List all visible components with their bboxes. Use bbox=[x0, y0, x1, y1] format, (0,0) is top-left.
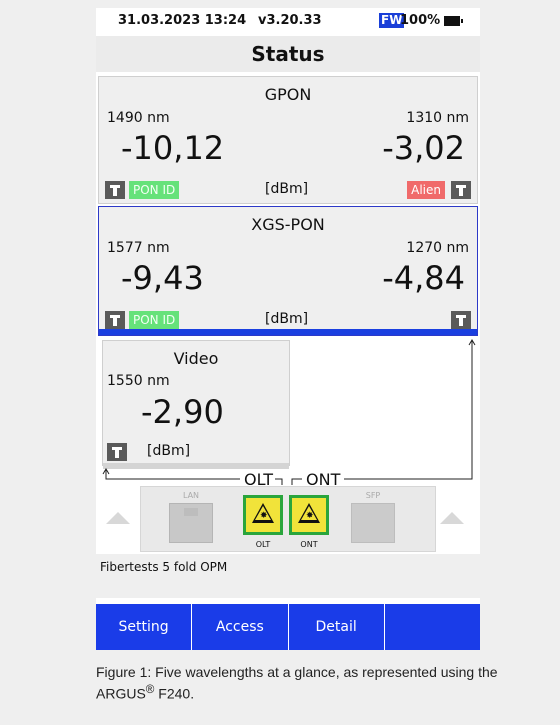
softkey-bar: Setting Access Detail bbox=[96, 604, 480, 650]
ont-line bbox=[344, 340, 473, 480]
lan-port[interactable]: LAN bbox=[165, 491, 217, 545]
test-name: Fibertests 5 fold OPM bbox=[96, 554, 480, 598]
ont-laser-port[interactable]: ✸ ONT bbox=[289, 495, 329, 549]
connection-lines bbox=[102, 339, 476, 485]
device-screen: 31.03.2023 13:24 v3.20.33 FW 100% Status… bbox=[96, 8, 480, 650]
sfp-port-label: SFP bbox=[365, 491, 381, 500]
lan-port-label: LAN bbox=[182, 491, 200, 500]
scroll-left-icon[interactable] bbox=[106, 512, 130, 524]
figure-caption: Figure 1: Five wavelengths at a glance, … bbox=[96, 664, 506, 703]
scroll-right-icon[interactable] bbox=[440, 512, 464, 524]
olt-laser-port[interactable]: ✸ OLT bbox=[243, 495, 283, 549]
olt-bracket bbox=[274, 478, 283, 485]
olt-port-label: OLT bbox=[255, 540, 271, 549]
softkey-access[interactable]: Access bbox=[192, 604, 289, 650]
ont-port-label: ONT bbox=[300, 540, 318, 549]
lan-port-icon bbox=[169, 503, 213, 543]
sfp-port[interactable]: SFP bbox=[347, 491, 399, 545]
device-ports: LAN ✸ OLT ✸ ONT SFP bbox=[140, 486, 436, 552]
ont-bracket bbox=[291, 478, 302, 485]
sfp-port-icon bbox=[351, 503, 395, 543]
softkey-detail[interactable]: Detail bbox=[289, 604, 385, 650]
olt-line bbox=[105, 470, 240, 480]
softkey-setting[interactable]: Setting bbox=[96, 604, 193, 650]
caption-model: F240. bbox=[154, 685, 195, 702]
softkey-empty[interactable] bbox=[385, 604, 480, 650]
caption-main: Figure 1: Five wavelengths at a glance, … bbox=[96, 664, 498, 680]
caption-product: ARGUS bbox=[96, 685, 146, 702]
